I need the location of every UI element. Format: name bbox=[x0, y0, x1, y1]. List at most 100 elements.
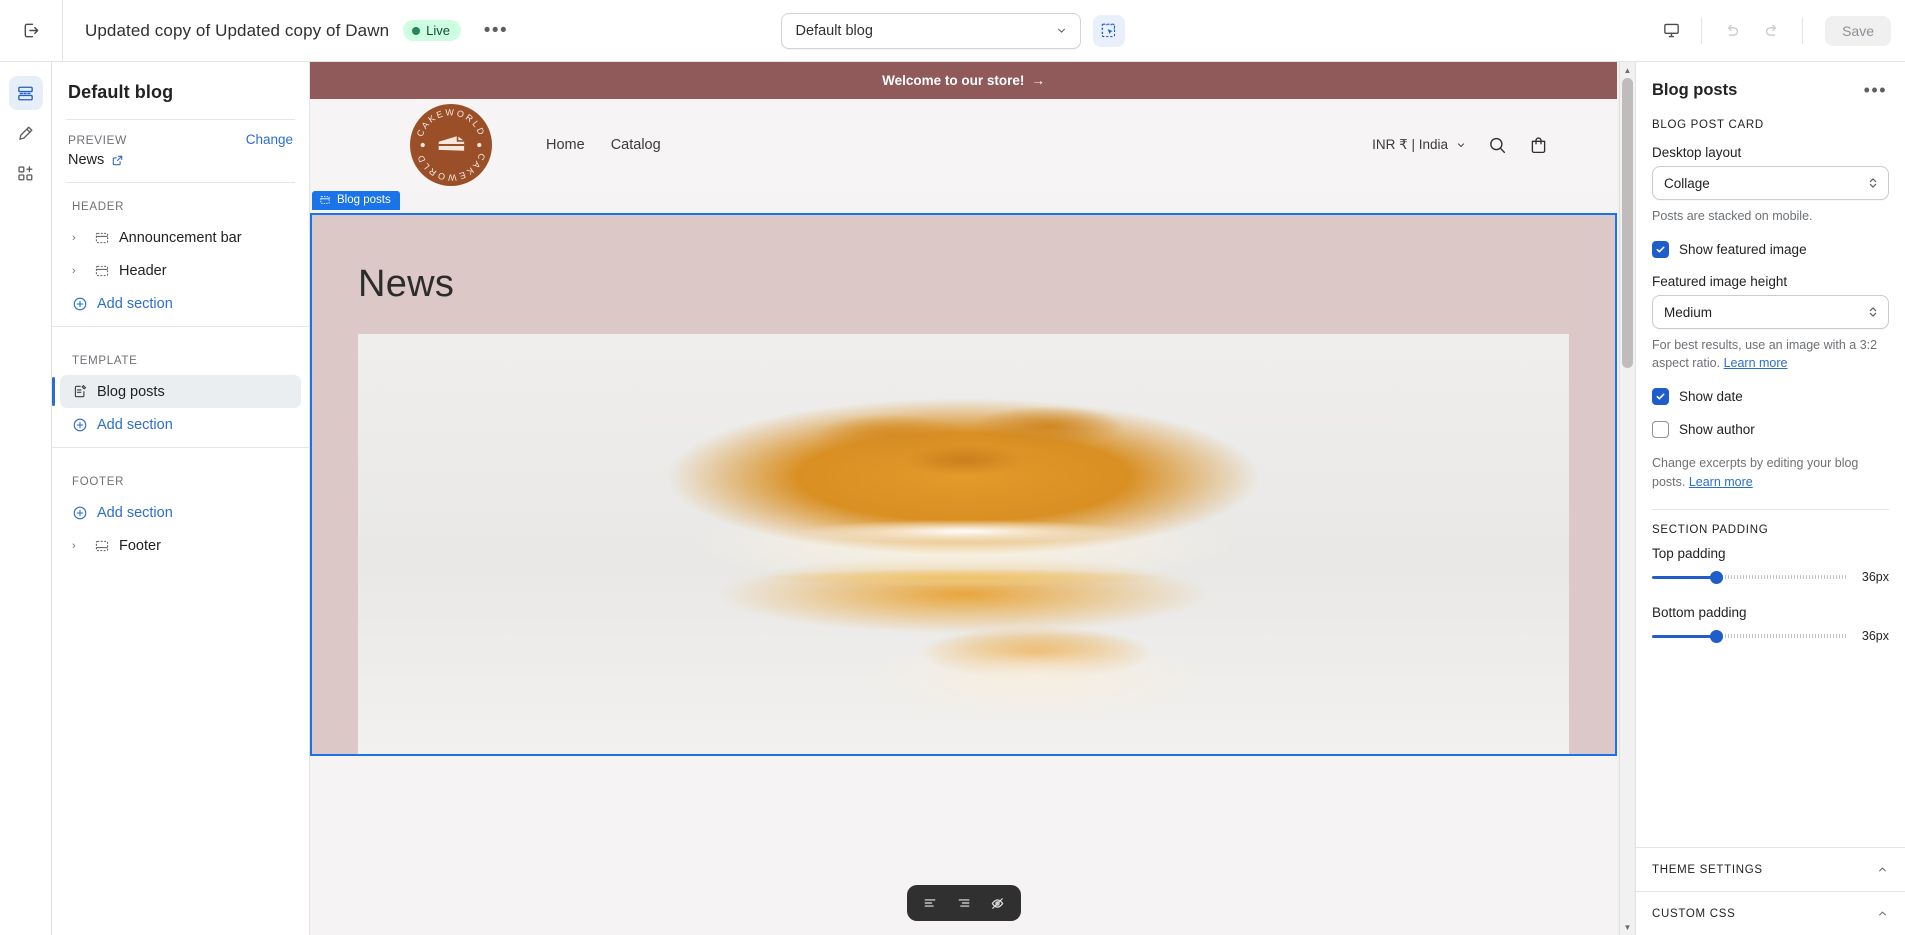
eye-off-glyph bbox=[991, 897, 1004, 909]
live-status-badge: Live bbox=[403, 20, 461, 41]
sidebar-item-header[interactable]: › Header bbox=[60, 254, 301, 287]
blog-posts-icon bbox=[72, 383, 89, 400]
search-icon bbox=[1490, 137, 1506, 153]
redo-icon bbox=[1766, 24, 1777, 36]
rail-item-theme-style[interactable] bbox=[9, 116, 43, 150]
featured-image-height-label: Featured image height bbox=[1652, 274, 1788, 290]
add-section-label: Add section bbox=[97, 504, 173, 521]
sidebar-item-blog-posts[interactable]: Blog posts bbox=[52, 375, 301, 408]
eye-off-icon[interactable] bbox=[983, 889, 1013, 917]
section-floating-toolbar bbox=[906, 885, 1021, 921]
section-icon bbox=[320, 196, 330, 204]
bottom-padding-slider[interactable] bbox=[1652, 628, 1847, 644]
align-left-glyph bbox=[924, 899, 935, 907]
settings-panel: Blog posts ••• BLOG POST CARD Desktop la… bbox=[1635, 62, 1905, 935]
nav-link-home[interactable]: Home bbox=[546, 137, 585, 153]
show-author-checkbox[interactable]: Show author bbox=[1652, 421, 1889, 439]
settings-panel-header: Blog posts ••• bbox=[1636, 62, 1905, 111]
custom-css-accordion[interactable]: CUSTOM CSS bbox=[1636, 891, 1905, 935]
desktop-layout-label: Desktop layout bbox=[1652, 145, 1742, 160]
section-highlight-tag[interactable]: Blog posts bbox=[312, 191, 400, 210]
blog-posts-section[interactable]: News bbox=[310, 213, 1617, 756]
announcement-bar[interactable]: Welcome to our store! → bbox=[310, 62, 1617, 99]
checkbox-box bbox=[1652, 241, 1669, 259]
group-divider-2 bbox=[52, 447, 309, 448]
featured-image-height-select[interactable]: Medium bbox=[1652, 295, 1889, 330]
plus-circle-icon bbox=[73, 506, 87, 519]
rail-item-sections[interactable] bbox=[8, 76, 43, 110]
show-date-checkbox[interactable]: Show date bbox=[1652, 388, 1889, 406]
chevron-updown-icon bbox=[1869, 178, 1877, 188]
undo-button[interactable] bbox=[1712, 11, 1752, 51]
cart-button[interactable] bbox=[1528, 135, 1549, 156]
theme-settings-accordion[interactable]: THEME SETTINGS bbox=[1636, 847, 1905, 891]
search-button[interactable] bbox=[1487, 135, 1508, 156]
bottom-padding-label: Bottom padding bbox=[1652, 604, 1747, 620]
sidebar-group-header: HEADER › Announcement bar › Header Add s… bbox=[52, 183, 309, 337]
section-tag-label: Blog posts bbox=[337, 194, 391, 206]
inspector-toggle-button[interactable] bbox=[1092, 14, 1125, 47]
group-divider bbox=[52, 326, 309, 327]
show-featured-image-checkbox[interactable]: Show featured image bbox=[1652, 241, 1889, 259]
settings-more-button[interactable]: ••• bbox=[1862, 80, 1889, 101]
top-padding-slider[interactable] bbox=[1652, 569, 1847, 585]
featured-blog-image[interactable] bbox=[358, 334, 1569, 754]
topbar-center-group: Default blog bbox=[780, 12, 1125, 49]
theme-actions-button[interactable]: ••• bbox=[481, 16, 511, 46]
group-title-template: TEMPLATE bbox=[72, 355, 138, 367]
chevron-right-icon[interactable]: › bbox=[72, 232, 86, 244]
announcement-arrow-icon: → bbox=[1031, 73, 1045, 88]
preview-canvas: Welcome to our store! → CAKEWORLD CAKEWO… bbox=[310, 62, 1635, 935]
rail-item-apps[interactable] bbox=[9, 156, 43, 190]
scrollbar-thumb[interactable] bbox=[1622, 78, 1633, 368]
inspector-select-icon bbox=[1101, 23, 1116, 38]
preview-label: PREVIEW bbox=[68, 132, 127, 147]
chevron-updown-icon bbox=[1869, 307, 1877, 317]
currency-selector[interactable]: INR ₹ | India bbox=[1372, 137, 1467, 153]
top-padding-slider-thumb[interactable] bbox=[1710, 570, 1724, 584]
preview-page-link[interactable]: News bbox=[68, 152, 293, 168]
desktop-layout-select[interactable]: Collage bbox=[1652, 166, 1889, 200]
sidebar-item-announcement-bar[interactable]: › Announcement bar bbox=[60, 221, 301, 254]
sections-icon bbox=[18, 86, 33, 100]
sidebar-item-footer[interactable]: › Footer bbox=[60, 529, 301, 562]
save-button[interactable]: Save bbox=[1825, 15, 1891, 46]
store-logo[interactable]: CAKEWORLD CAKEWORLD bbox=[410, 104, 492, 186]
checkbox-box bbox=[1652, 388, 1669, 406]
excerpt-help-text: Change excerpts by editing your blog pos… bbox=[1652, 456, 1859, 489]
scroll-up-arrow-icon[interactable]: ▲ bbox=[1620, 62, 1636, 78]
sections-sidebar: Default blog PREVIEW Change News HEADER … bbox=[52, 62, 310, 935]
excerpt-learn-more-link[interactable]: Learn more bbox=[1689, 475, 1753, 489]
scroll-down-arrow-icon[interactable]: ▼ bbox=[1620, 919, 1636, 935]
exit-editor-button[interactable] bbox=[0, 0, 62, 62]
add-section-button-template[interactable]: Add section bbox=[60, 408, 301, 441]
chevron-right-icon[interactable]: › bbox=[72, 265, 86, 277]
align-right-icon[interactable] bbox=[949, 889, 979, 917]
plus-circle-icon bbox=[73, 418, 87, 431]
chevron-right-icon[interactable]: › bbox=[72, 540, 86, 552]
icon-rail bbox=[0, 62, 52, 935]
featured-image-learn-more-link[interactable]: Learn more bbox=[1724, 356, 1788, 370]
page-selector[interactable]: Default blog bbox=[780, 12, 1081, 49]
preview-block: PREVIEW Change News bbox=[52, 120, 309, 182]
redo-button[interactable] bbox=[1752, 11, 1792, 51]
preview-scrollbar[interactable]: ▲ ▼ bbox=[1619, 62, 1635, 935]
logo-badge-icon: CAKEWORLD CAKEWORLD bbox=[415, 107, 487, 182]
sidebar-item-label: Announcement bar bbox=[119, 229, 242, 246]
live-dot-icon bbox=[412, 26, 421, 35]
svg-text:CAKEWORLD: CAKEWORLD bbox=[415, 107, 487, 138]
preview-change-button[interactable]: Change bbox=[246, 132, 293, 147]
scrollbar-track[interactable] bbox=[1620, 78, 1635, 919]
align-left-icon[interactable] bbox=[915, 889, 945, 917]
cart-icon bbox=[1531, 136, 1546, 153]
top-padding-value: 36px bbox=[1861, 569, 1889, 584]
bottom-padding-slider-thumb[interactable] bbox=[1710, 629, 1724, 643]
device-preview-button[interactable] bbox=[1651, 11, 1691, 51]
check-icon bbox=[1656, 393, 1665, 400]
sidebar-item-label: Blog posts bbox=[97, 383, 165, 400]
blog-posts-section-wrap: Blog posts News bbox=[310, 191, 1617, 756]
live-badge-label: Live bbox=[426, 23, 450, 38]
nav-link-catalog[interactable]: Catalog bbox=[611, 137, 661, 153]
add-section-button-footer[interactable]: Add section bbox=[60, 496, 301, 529]
add-section-button-header[interactable]: Add section bbox=[60, 287, 301, 320]
